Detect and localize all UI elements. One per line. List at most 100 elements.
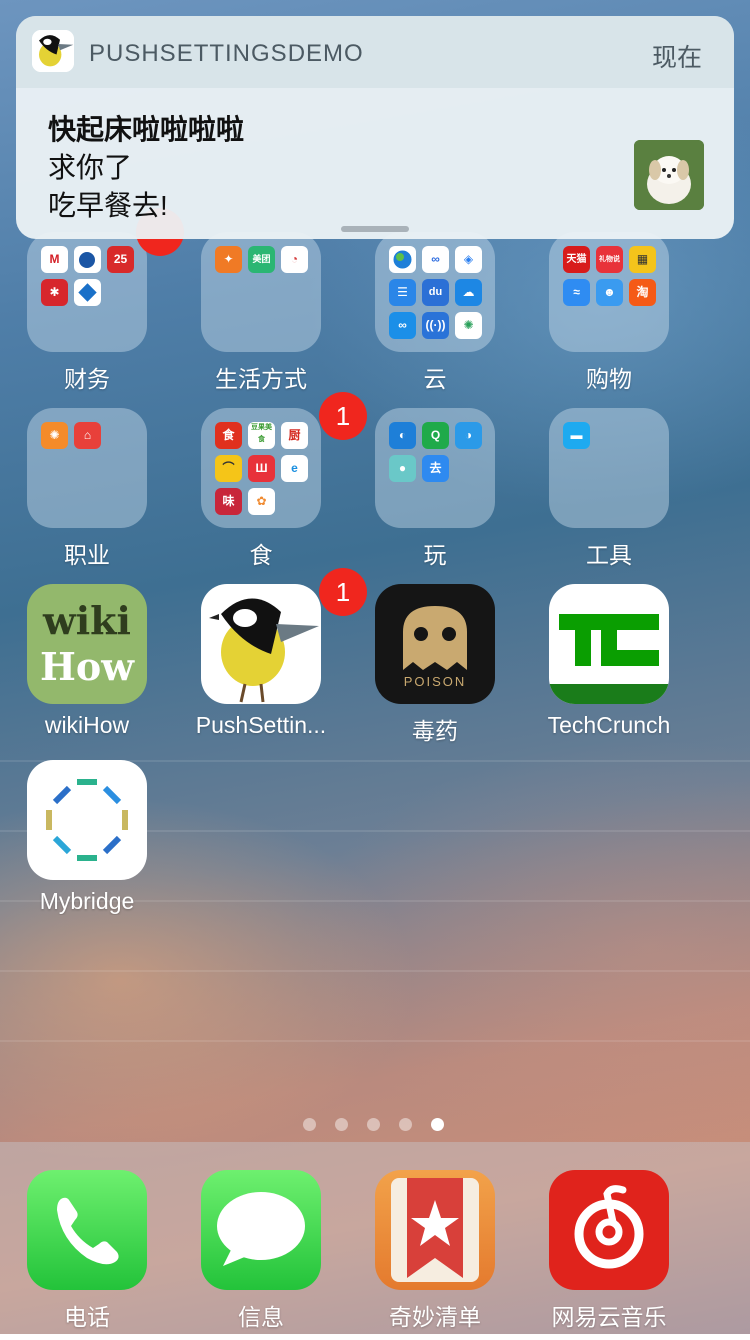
- page-dot: [303, 1118, 316, 1131]
- page-dot-active: [431, 1118, 444, 1131]
- folder-food[interactable]: 食 豆果美食 厨 ⌒ Ш e 味 ✿ 1 食: [174, 392, 367, 578]
- folder-label: 购物: [586, 366, 632, 392]
- poison-ghost-icon: POISON: [375, 584, 495, 704]
- wunderlist-icon: [375, 1170, 495, 1290]
- notification-body-line: 求你了: [48, 152, 133, 183]
- china-mobile-icon: ✺: [455, 312, 482, 339]
- app-messages[interactable]: 信息: [174, 1170, 348, 1340]
- wallpaper-ripple: [0, 970, 750, 972]
- notification-time: 现在: [651, 44, 702, 72]
- folder-icon: M 25 ✱: [27, 232, 147, 352]
- folder-icon: ✺ ⌂: [27, 408, 147, 528]
- cloud-app-icon: [389, 246, 416, 273]
- folder-lifestyle[interactable]: ✦ 美团 ◔ 生活方式: [174, 232, 348, 402]
- app-label: 信息: [238, 1304, 284, 1330]
- folder-tools[interactable]: ▬ 工具: [522, 408, 696, 578]
- app-techcrunch[interactable]: TechCrunch: [522, 584, 696, 754]
- notification-title: 快起床啦啦啦啦: [48, 114, 245, 145]
- baidu-cloud-icon: ∞: [422, 246, 449, 273]
- message-bubble-icon: [201, 1170, 321, 1290]
- shopping-app-icon: ☻: [596, 279, 623, 306]
- notification-app-name: PUSHSETTINGSDEMO: [89, 40, 364, 67]
- cloud-app-icon: ◈: [455, 246, 482, 273]
- play-app-icon: ◐: [389, 422, 416, 449]
- lifestyle-app-icon: ✦: [215, 246, 242, 273]
- notification-grabber[interactable]: [341, 226, 409, 232]
- play-app-icon: Q: [422, 422, 449, 449]
- douguo-icon: 豆果美食: [248, 422, 275, 449]
- folder-play[interactable]: ◐ Q ◑ ● 去 玩: [348, 408, 522, 578]
- notification-body-line: 吃早餐去!: [48, 190, 168, 221]
- folder-label: 职业: [64, 542, 110, 568]
- du-icon: du: [422, 279, 449, 306]
- food-app-icon: e: [281, 455, 308, 482]
- qunar-icon: 去: [422, 455, 449, 482]
- bank-icon: [74, 279, 101, 306]
- dock: 电话 信息 奇妙清单 网易云音乐: [0, 1142, 750, 1334]
- app-poison[interactable]: POISON 毒药: [348, 584, 522, 754]
- poison-icon-text: POISON: [403, 674, 467, 689]
- app-label: 奇妙清单: [389, 1304, 481, 1330]
- techcrunch-icon: [549, 584, 669, 704]
- folder-icon: ▬: [549, 408, 669, 528]
- onedrive-icon: ☁: [455, 279, 482, 306]
- app-wunderlist[interactable]: 奇妙清单: [348, 1170, 522, 1340]
- wikihow-text-bottom: How: [40, 644, 134, 689]
- page-dot: [335, 1118, 348, 1131]
- phone-icon: [27, 1170, 147, 1290]
- food-app-icon: ⌒: [215, 455, 242, 482]
- taobao-icon: 淘: [629, 279, 656, 306]
- app-mybridge[interactable]: Mybridge: [0, 760, 174, 930]
- folder-cloud[interactable]: ∞ ◈ ☰ du ☁ ∞ ((·)) ✺ 云: [348, 232, 522, 402]
- food-app-icon: 味: [215, 488, 242, 515]
- food-app-icon: ✿: [248, 488, 275, 515]
- food-app-icon: Ш: [248, 455, 275, 482]
- folder-finance[interactable]: M 25 ✱ 财务: [0, 208, 184, 402]
- shopping-app-icon: ≈: [563, 279, 590, 306]
- folder-icon: 天猫 礼物说 ▦ ≈ ☻ 淘: [549, 232, 669, 352]
- folder-label: 食: [249, 542, 273, 568]
- bank-icon: M: [41, 246, 68, 273]
- wikihow-text-top: wiki: [43, 598, 131, 643]
- push-notification-banner[interactable]: PUSHSETTINGSDEMO 现在 快起床啦啦啦啦 求你了 吃早餐去!: [16, 16, 734, 239]
- wifi-icon: ((·)): [422, 312, 449, 339]
- app-label: 电话: [64, 1304, 110, 1330]
- folder-icon: 食 豆果美食 厨 ⌒ Ш e 味 ✿: [201, 408, 321, 528]
- cloud-app-icon: ∞: [389, 312, 416, 339]
- play-app-icon: ◑: [455, 422, 482, 449]
- wallpaper-ripple: [0, 1040, 750, 1042]
- app-phone[interactable]: 电话: [0, 1170, 174, 1340]
- folder-icon: ✦ 美团 ◔: [201, 232, 321, 352]
- bird-icon: [201, 584, 321, 704]
- folder-career[interactable]: ✺ ⌂ 职业: [0, 408, 174, 578]
- wikihow-icon: wiki How: [27, 584, 147, 704]
- page-dot: [399, 1118, 412, 1131]
- app-wikihow[interactable]: wiki How wikiHow: [0, 584, 174, 754]
- folder-label: 玩: [423, 542, 447, 568]
- ruler-icon: ▬: [563, 422, 590, 449]
- home-icon: ⌂: [74, 422, 101, 449]
- folder-shopping[interactable]: 天猫 礼物说 ▦ ≈ ☻ 淘 购物: [522, 232, 696, 402]
- app-label: PushSettin...: [195, 712, 327, 738]
- bank-icon: 25: [107, 246, 134, 273]
- app-netease-music[interactable]: 网易云音乐: [522, 1170, 696, 1340]
- gift-app-icon: 礼物说: [596, 246, 623, 273]
- bird-app-icon: [32, 30, 74, 72]
- career-app-icon: ✺: [41, 422, 68, 449]
- lifestyle-app-icon: ◔: [281, 246, 308, 273]
- folder-icon: ∞ ◈ ☰ du ☁ ∞ ((·)) ✺: [375, 232, 495, 352]
- shopping-app-icon: ▦: [629, 246, 656, 273]
- play-app-icon: ●: [389, 455, 416, 482]
- app-pushsettings[interactable]: 1 PushSettin...: [174, 568, 367, 754]
- app-label: wikiHow: [44, 712, 130, 738]
- food-app-icon: 食: [215, 422, 242, 449]
- tmall-icon: 天猫: [563, 246, 590, 273]
- meituan-icon: 美团: [248, 246, 275, 273]
- folder-label: 工具: [586, 542, 632, 568]
- page-dot: [367, 1118, 380, 1131]
- folder-label: 财务: [64, 366, 110, 392]
- mybridge-icon: [27, 760, 147, 880]
- page-indicator[interactable]: [0, 1116, 750, 1132]
- bank-icon: ✱: [41, 279, 68, 306]
- bank-icon: [74, 246, 101, 273]
